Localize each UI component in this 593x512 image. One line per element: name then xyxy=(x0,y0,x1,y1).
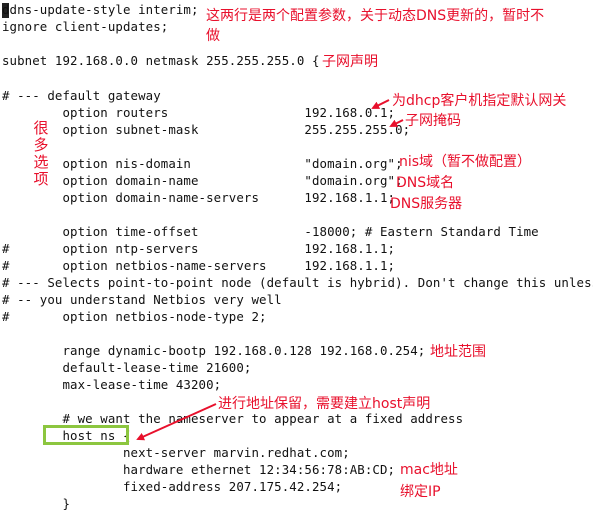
arrow-host-declaration xyxy=(136,403,217,441)
annotation-arrows xyxy=(136,99,404,441)
arrow-subnet-mask xyxy=(389,119,404,127)
terminal-screenshot: ddns-update-style interim; ignore client… xyxy=(0,0,593,512)
arrow-gateway xyxy=(371,99,390,109)
